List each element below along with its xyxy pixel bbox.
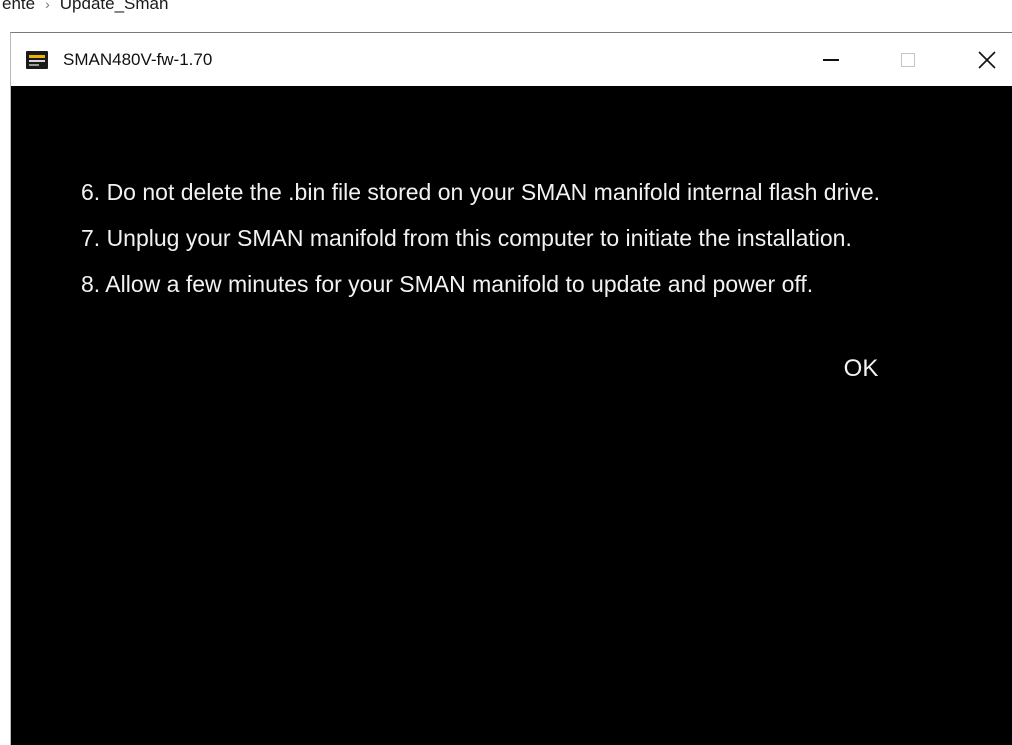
instruction-step-6: 6. Do not delete the .bin file stored on… [81,179,881,205]
breadcrumb-item-current[interactable]: Update_Sman [60,0,169,13]
instruction-list: 6. Do not delete the .bin file stored on… [81,169,880,307]
minimize-icon [823,58,839,61]
app-icon [26,51,48,69]
ok-button[interactable]: OK [831,351,891,387]
title-bar[interactable]: SMAN480V-fw-1.70 [11,33,1012,86]
chevron-right-icon: › [45,0,50,12]
breadcrumb: ente › Update_Sman [2,0,168,16]
instruction-step-8: 8. Allow a few minutes for your SMAN man… [81,271,814,297]
updater-window: SMAN480V-fw-1.70 6. Do not delete the .b… [10,32,1012,745]
close-icon [978,50,996,69]
minimize-button[interactable] [800,33,862,86]
maximize-button[interactable] [877,33,939,86]
maximize-icon [901,52,915,67]
explorer-background: ente › Update_Sman [0,0,1012,32]
breadcrumb-item-parent[interactable]: ente [2,0,35,13]
window-title: SMAN480V-fw-1.70 [63,50,213,69]
instruction-step-7: 7. Unplug your SMAN manifold from this c… [81,225,852,251]
close-button[interactable] [961,33,1012,86]
content-area: 6. Do not delete the .bin file stored on… [11,86,1012,745]
